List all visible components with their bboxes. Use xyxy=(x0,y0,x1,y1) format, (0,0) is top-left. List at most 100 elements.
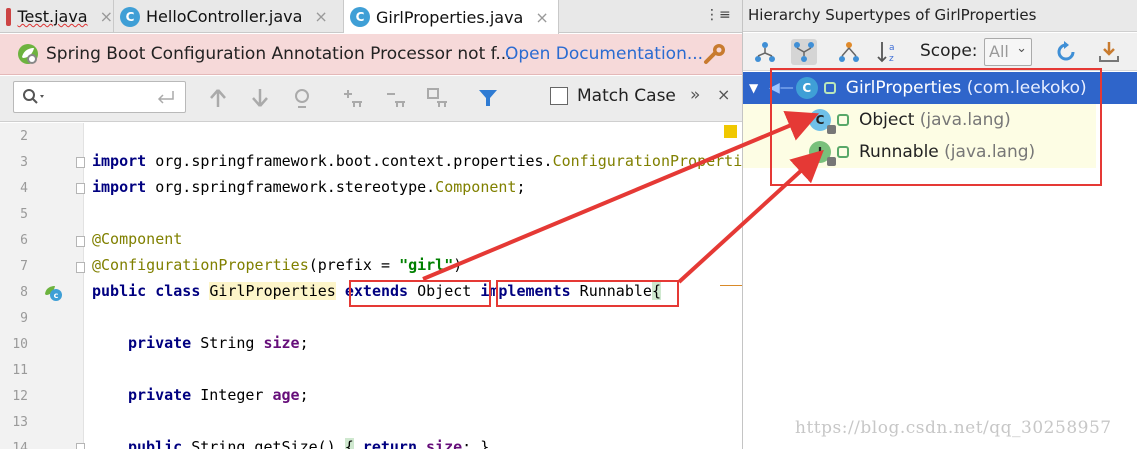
editor-tab-bar: Test.java × C HelloController.java × C G… xyxy=(0,0,742,34)
line-number: 6 xyxy=(20,233,28,248)
wrench-gear-icon[interactable] xyxy=(703,42,727,66)
fold-marker-icon[interactable] xyxy=(76,236,85,247)
code-line-12: private Integer age; xyxy=(128,386,309,404)
keyword: import xyxy=(92,152,147,170)
field-name: size xyxy=(263,334,300,352)
tab-test-java[interactable]: Test.java × xyxy=(0,0,114,33)
annotation: @ConfigurationProperties xyxy=(92,256,309,274)
field-name: size xyxy=(426,438,463,449)
more-options-icon[interactable]: » xyxy=(690,85,700,105)
next-occurrence-icon[interactable] xyxy=(248,86,272,110)
field-name: age xyxy=(272,386,300,404)
fold-marker-icon[interactable] xyxy=(76,157,85,168)
punct: ) xyxy=(453,256,463,274)
hierarchy-panel: Hierarchy Supertypes of GirlProperties a… xyxy=(742,0,1137,449)
hierarchy-title: Hierarchy Supertypes of GirlProperties xyxy=(743,0,1137,32)
extends-highlight-box xyxy=(349,280,491,307)
magnifier-icon[interactable] xyxy=(22,88,48,106)
tab-hellocontroller-java[interactable]: C HelloController.java × xyxy=(114,0,344,33)
line-number: 3 xyxy=(20,155,28,170)
add-occurrence-icon[interactable] xyxy=(340,86,364,110)
code-line-4: import org.springframework.stereotype.Co… xyxy=(92,178,525,196)
tab-label: Test.java xyxy=(17,7,88,26)
match-case-label: Match Case xyxy=(577,86,676,106)
tab-close-icon[interactable]: × xyxy=(535,8,548,27)
svg-text:z: z xyxy=(889,54,894,64)
hierarchy-highlight-box xyxy=(770,68,1102,186)
notification-banner: Spring Boot Configuration Annotation Pro… xyxy=(0,34,742,75)
search-input[interactable] xyxy=(13,81,186,113)
type-hierarchy-icon[interactable] xyxy=(752,39,778,65)
class-c-icon: C xyxy=(120,6,140,27)
punct: ; xyxy=(516,178,526,196)
tab-label: GirlProperties.java xyxy=(376,7,524,27)
tab-list-menu-icon[interactable]: ⋮≡ xyxy=(705,7,731,23)
spring-bean-gutter-icon[interactable]: c xyxy=(43,284,63,302)
annotation: @Component xyxy=(92,230,183,248)
svg-text:a: a xyxy=(889,43,895,53)
class-c-icon: C xyxy=(350,7,370,27)
watermark-text: https://blog.csdn.net/qq_30258957 xyxy=(795,418,1112,438)
spring-leaf-icon xyxy=(18,44,38,64)
keyword: private xyxy=(128,386,192,404)
line-number: 2 xyxy=(20,129,28,144)
checkbox-box[interactable] xyxy=(550,87,568,105)
tab-girlproperties-java[interactable]: C GirlProperties.java × xyxy=(344,0,559,34)
find-all-icon[interactable] xyxy=(290,86,314,110)
punct: ; xyxy=(299,334,309,352)
code-line-10: private String size; xyxy=(128,334,309,352)
tab-close-icon[interactable]: × xyxy=(314,7,327,26)
implements-highlight-box xyxy=(496,280,679,307)
line-number: 12 xyxy=(12,389,28,404)
open-documentation-link[interactable]: Open Documentation... xyxy=(505,44,703,64)
keyword: public xyxy=(128,438,183,449)
type-ref: Integer xyxy=(191,386,273,404)
notification-text: Spring Boot Configuration Annotation Pro… xyxy=(46,44,512,64)
keyword: private xyxy=(128,334,192,352)
refresh-icon[interactable] xyxy=(1053,39,1079,65)
error-stripe-marker[interactable] xyxy=(724,125,737,138)
previous-occurrence-icon[interactable] xyxy=(206,86,230,110)
editor-pane: Test.java × C HelloController.java × C G… xyxy=(0,0,742,449)
punct: ; xyxy=(299,386,309,404)
type-ref: String xyxy=(191,334,264,352)
method-signature: String getSize() xyxy=(182,438,345,449)
supertypes-icon[interactable] xyxy=(791,39,817,65)
remove-occurrence-icon[interactable] xyxy=(383,86,407,110)
sort-alpha-icon[interactable]: az xyxy=(876,39,902,65)
string-literal: "girl" xyxy=(399,256,454,274)
hierarchy-toolbar: az Scope: All ⌄ xyxy=(743,33,1137,71)
fold-marker-icon[interactable] xyxy=(76,183,85,194)
export-icon[interactable] xyxy=(1096,39,1122,65)
tab-close-icon[interactable]: × xyxy=(100,7,113,26)
line-number: 11 xyxy=(12,363,28,378)
scope-dropdown[interactable]: All ⌄ xyxy=(984,38,1032,66)
class-ref: ConfigurationPropertie xyxy=(552,152,742,170)
match-case-checkbox[interactable]: Match Case xyxy=(550,86,676,106)
code-line-7: @ConfigurationProperties(prefix = "girl"… xyxy=(92,256,462,274)
fold-marker-icon[interactable] xyxy=(76,262,85,273)
line-number: 9 xyxy=(20,311,28,326)
subtypes-icon[interactable] xyxy=(836,39,862,65)
scope-value: All xyxy=(989,42,1009,61)
code-line-3: import org.springframework.boot.context.… xyxy=(92,152,742,170)
class-ref: Component xyxy=(435,178,517,196)
find-bar: Match Case » × xyxy=(0,76,742,122)
line-number: 8 xyxy=(20,285,28,300)
java-file-icon xyxy=(6,7,12,26)
expand-toggle-icon[interactable]: ▼ xyxy=(749,81,769,95)
keyword: import xyxy=(92,178,147,196)
keyword: return xyxy=(353,438,427,449)
class-name: GirlProperties xyxy=(209,282,336,300)
line-number: 5 xyxy=(20,207,28,222)
annotation-args: (prefix = xyxy=(308,256,400,274)
funnel-icon[interactable] xyxy=(476,86,500,110)
fold-marker-icon[interactable] xyxy=(76,443,85,449)
select-all-occurrences-icon[interactable] xyxy=(425,86,449,110)
close-find-bar-icon[interactable]: × xyxy=(717,85,730,104)
package-text: org.springframework.stereotype. xyxy=(146,178,436,196)
line-number: 7 xyxy=(20,259,28,274)
line-number: 10 xyxy=(12,337,28,352)
line-number: 13 xyxy=(12,415,28,430)
punct: ; } xyxy=(462,438,490,449)
